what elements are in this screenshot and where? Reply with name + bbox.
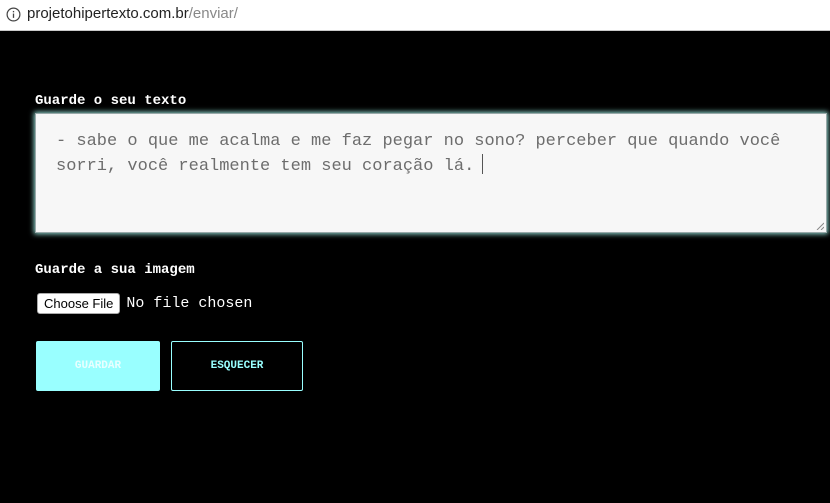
info-circle-icon[interactable]: [6, 7, 21, 22]
file-input[interactable]: Choose File No file chosen: [37, 293, 252, 315]
url-host: projetohipertexto.com.br: [27, 5, 189, 22]
text-input-value: - sabe o que me acalma e me faz pegar no…: [56, 132, 781, 176]
text-field-label: Guarde o seu texto: [35, 93, 187, 109]
text-cursor: [482, 154, 484, 174]
save-button[interactable]: GUARDAR: [36, 341, 160, 391]
url-path: /enviar/: [188, 5, 238, 22]
image-field-label: Guarde a sua imagem: [35, 262, 195, 278]
choose-file-button[interactable]: Choose File: [37, 293, 121, 314]
resize-grip-icon[interactable]: [816, 222, 824, 230]
url-text[interactable]: projetohipertexto.com.br/enviar/: [27, 5, 238, 22]
page-content: Guarde o seu texto - sabe o que me acalm…: [0, 31, 830, 503]
file-status-text: No file chosen: [126, 295, 253, 312]
browser-address-bar[interactable]: projetohipertexto.com.br/enviar/: [0, 0, 830, 31]
forget-button[interactable]: ESQUECER: [171, 341, 303, 391]
text-input[interactable]: - sabe o que me acalma e me faz pegar no…: [35, 113, 827, 233]
